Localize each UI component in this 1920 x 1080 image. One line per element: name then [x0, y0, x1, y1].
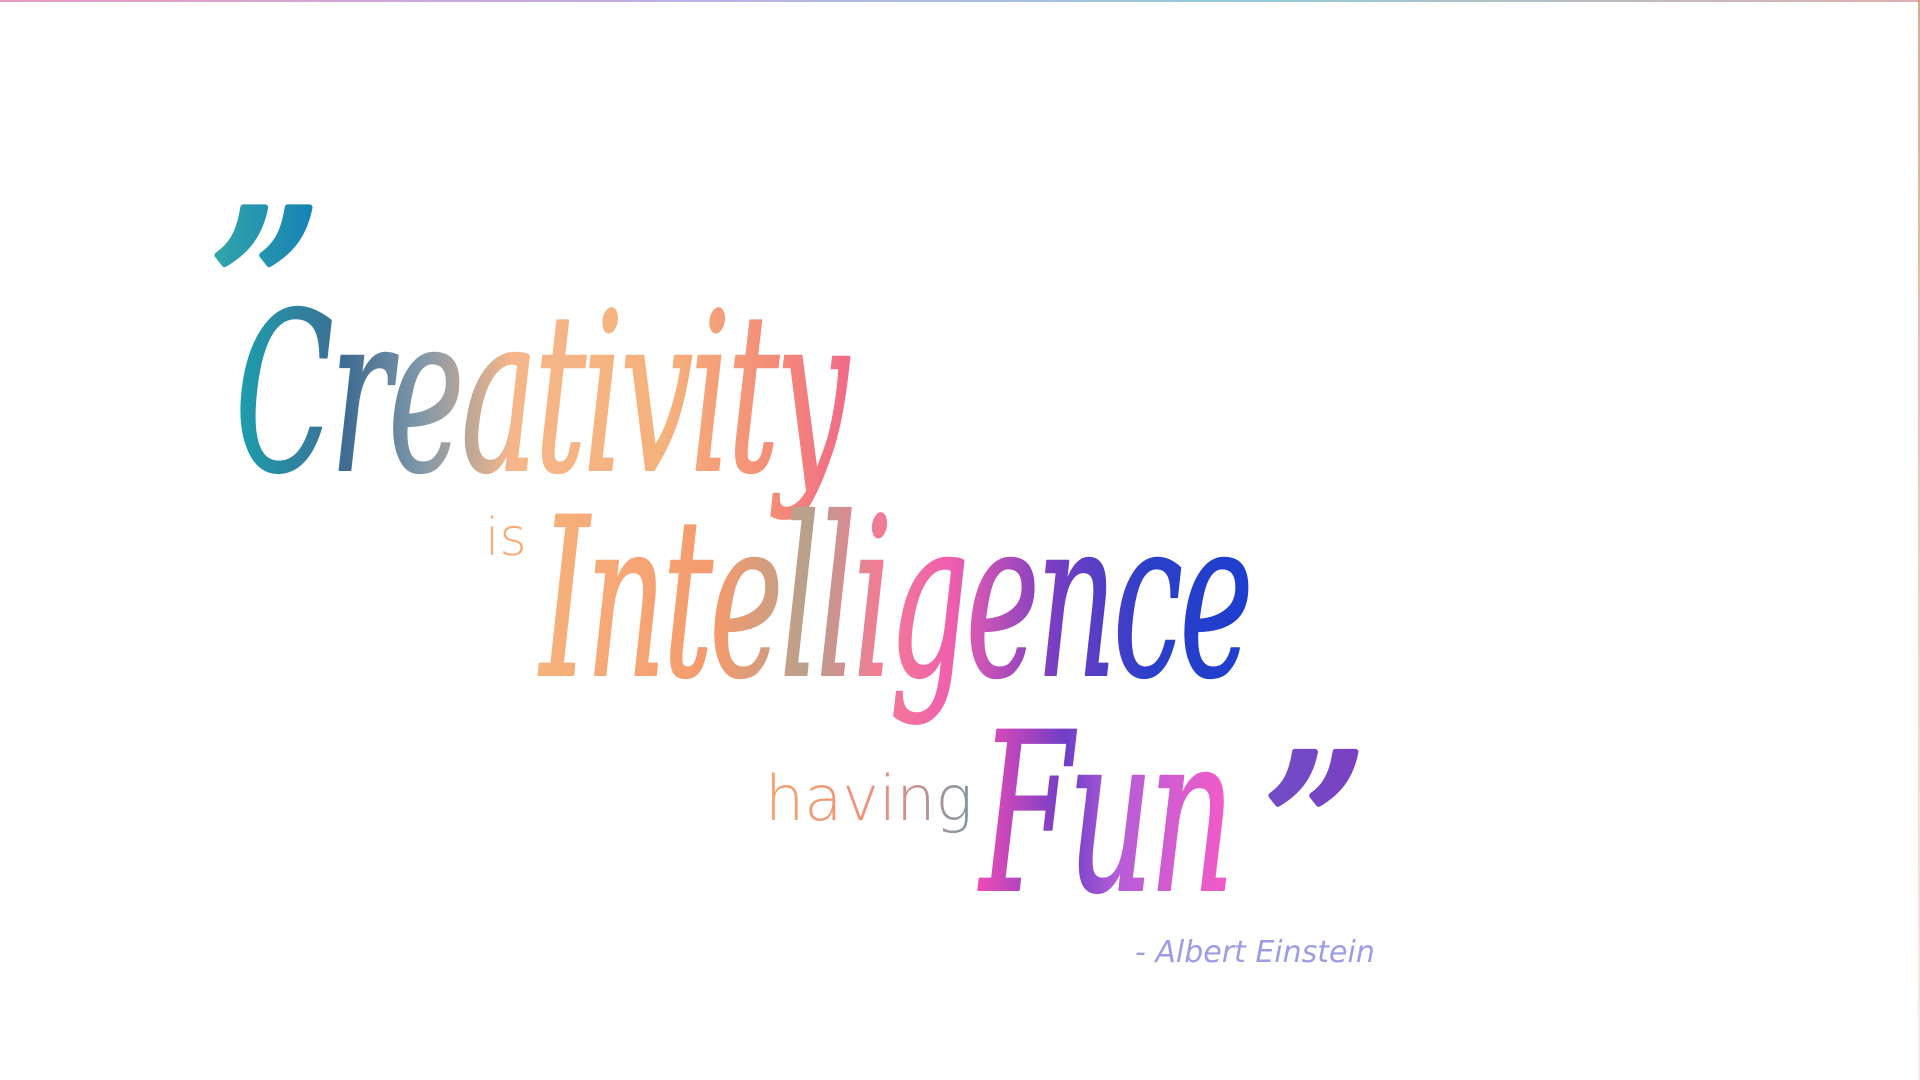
- word-having: having: [765, 762, 973, 835]
- quote-canvas: ” Creativity is Intelligence having Fun …: [0, 0, 1920, 1080]
- word-fun: Fun: [978, 686, 1230, 942]
- quote-artwork: ” Creativity is Intelligence having Fun …: [202, 160, 1375, 970]
- quote-attribution: - Albert Einstein: [1135, 935, 1375, 970]
- close-quote-mark: ”: [1260, 710, 1367, 955]
- word-is: is: [485, 508, 527, 568]
